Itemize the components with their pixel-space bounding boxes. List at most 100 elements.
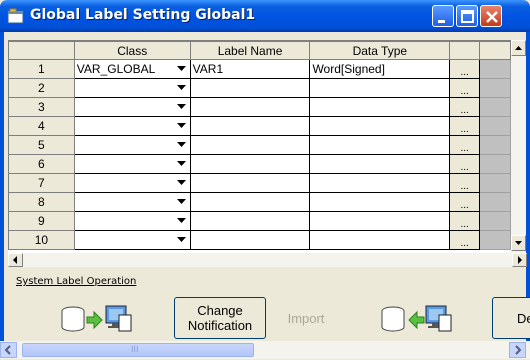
panel-horizontal-scrollbar[interactable]: III xyxy=(0,341,530,359)
column-header-label-name[interactable]: Label Name xyxy=(189,41,311,60)
data-type-cell[interactable] xyxy=(309,154,451,174)
data-type-browse-button[interactable]: ... xyxy=(449,192,481,212)
horizontal-scrollbar[interactable] xyxy=(8,253,527,267)
class-cell[interactable] xyxy=(73,97,191,117)
data-type-cell[interactable]: Word[Signed] xyxy=(309,59,451,79)
panel-scroll-left-button[interactable] xyxy=(0,342,17,358)
corner-cell xyxy=(8,41,75,60)
change-notification-button[interactable]: Change Notification xyxy=(174,297,266,339)
data-type-browse-button[interactable]: ... xyxy=(449,154,481,174)
filler-cell xyxy=(479,230,511,250)
class-cell[interactable] xyxy=(73,230,191,250)
chevron-down-icon[interactable] xyxy=(174,213,190,230)
class-cell[interactable] xyxy=(73,78,191,98)
class-cell[interactable] xyxy=(73,211,191,231)
table-row: 1 VAR_GLOBAL VAR1 Word[Signed]... xyxy=(8,59,511,79)
row-number: 4 xyxy=(8,116,75,136)
table-row: 9... xyxy=(8,211,511,231)
row-number: 8 xyxy=(8,192,75,212)
column-header-filler xyxy=(479,41,511,60)
panel-scroll-right-button[interactable] xyxy=(509,342,526,358)
label-name-cell[interactable]: VAR1 xyxy=(189,59,311,79)
table-row: 6... xyxy=(8,154,511,174)
scroll-down-button[interactable] xyxy=(511,235,526,251)
data-type-cell[interactable] xyxy=(309,192,451,212)
column-header-blank xyxy=(449,41,481,60)
data-type-cell[interactable] xyxy=(309,211,451,231)
data-type-browse-button[interactable]: ... xyxy=(449,116,481,136)
data-type-browse-button[interactable]: ... xyxy=(449,230,481,250)
data-type-cell[interactable] xyxy=(309,135,451,155)
table-row: 3... xyxy=(8,97,511,117)
chevron-down-icon[interactable] xyxy=(174,156,190,173)
minimize-button[interactable] xyxy=(432,5,454,27)
data-type-browse-button[interactable]: ... xyxy=(449,135,481,155)
row-number: 5 xyxy=(8,135,75,155)
chevron-down-icon[interactable] xyxy=(174,80,190,97)
filler-cell xyxy=(479,59,511,79)
column-header-class[interactable]: Class xyxy=(73,41,191,60)
data-type-browse-button[interactable]: ... xyxy=(449,97,481,117)
import-system-label-button[interactable] xyxy=(378,297,458,339)
row-number: 7 xyxy=(8,173,75,193)
label-name-cell[interactable] xyxy=(189,230,311,250)
import-button[interactable]: Import xyxy=(277,297,335,339)
class-cell[interactable] xyxy=(73,135,191,155)
data-type-browse-button[interactable]: ... xyxy=(449,59,481,79)
filler-cell xyxy=(479,116,511,136)
scroll-right-button[interactable] xyxy=(512,253,527,267)
chevron-down-icon[interactable] xyxy=(174,175,190,192)
table-row: 2... xyxy=(8,78,511,98)
label-name-cell[interactable] xyxy=(189,173,311,193)
label-name-cell[interactable] xyxy=(189,192,311,212)
label-name-cell[interactable] xyxy=(189,78,311,98)
maximize-button[interactable] xyxy=(456,5,478,27)
data-type-cell[interactable] xyxy=(309,230,451,250)
chevron-down-icon[interactable] xyxy=(174,118,190,135)
filler-cell xyxy=(479,78,511,98)
data-type-browse-button[interactable]: ... xyxy=(449,78,481,98)
filler-cell xyxy=(479,192,511,212)
chevron-down-icon[interactable] xyxy=(174,137,190,154)
filler-cell xyxy=(479,211,511,231)
filler-cell xyxy=(479,97,511,117)
export-system-label-button[interactable] xyxy=(56,297,136,339)
panel-scroll-thumb[interactable]: III xyxy=(22,343,254,357)
class-cell[interactable]: VAR_GLOBAL xyxy=(73,59,191,79)
filler-cell xyxy=(479,154,511,174)
data-type-cell[interactable] xyxy=(309,173,451,193)
app-window-icon xyxy=(7,8,25,24)
label-name-cell[interactable] xyxy=(189,116,311,136)
system-label-section-title: System Label Operation xyxy=(16,276,137,287)
class-cell[interactable] xyxy=(73,116,191,136)
data-type-cell[interactable] xyxy=(309,116,451,136)
table-row: 10... xyxy=(8,230,511,250)
column-header-data-type[interactable]: Data Type xyxy=(309,41,451,60)
chevron-down-icon[interactable] xyxy=(174,61,190,78)
filler-cell xyxy=(479,173,511,193)
data-type-browse-button[interactable]: ... xyxy=(449,211,481,231)
row-number: 10 xyxy=(8,230,75,250)
chevron-down-icon[interactable] xyxy=(174,99,190,116)
class-cell[interactable] xyxy=(73,192,191,212)
row-number: 2 xyxy=(8,78,75,98)
class-cell[interactable] xyxy=(73,154,191,174)
label-name-cell[interactable] xyxy=(189,135,311,155)
label-name-cell[interactable] xyxy=(189,154,311,174)
chevron-down-icon[interactable] xyxy=(174,194,190,211)
scroll-up-button[interactable] xyxy=(511,40,526,56)
data-type-cell[interactable] xyxy=(309,97,451,117)
row-number: 9 xyxy=(8,211,75,231)
data-type-cell[interactable] xyxy=(309,78,451,98)
label-name-cell[interactable] xyxy=(189,97,311,117)
chevron-down-icon[interactable] xyxy=(174,232,190,249)
scroll-thumb-grip: III xyxy=(131,344,139,354)
scroll-left-button[interactable] xyxy=(8,253,23,267)
class-value: VAR_GLOBAL xyxy=(76,62,156,76)
label-name-cell[interactable] xyxy=(189,211,311,231)
close-button[interactable] xyxy=(480,5,502,27)
partial-button[interactable]: De xyxy=(492,297,530,339)
vertical-scrollbar[interactable] xyxy=(511,40,526,253)
data-type-browse-button[interactable]: ... xyxy=(449,173,481,193)
class-cell[interactable] xyxy=(73,173,191,193)
